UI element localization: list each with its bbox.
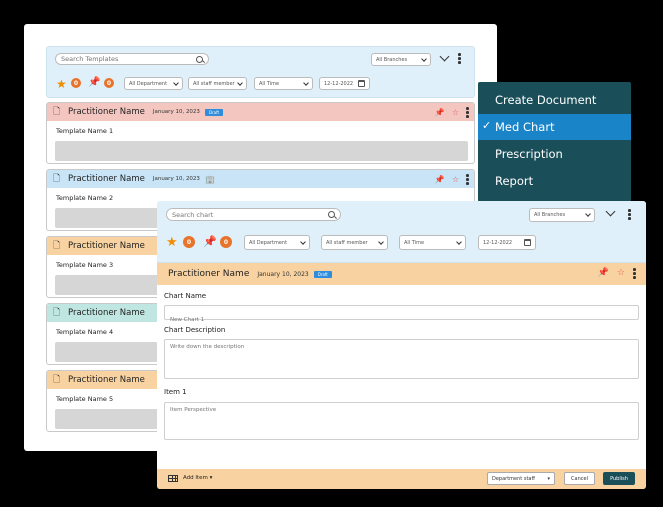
pin-icon[interactable]: 📌 bbox=[203, 235, 217, 248]
pin-icon[interactable]: 📌 bbox=[88, 77, 100, 88]
calendar-icon bbox=[358, 80, 365, 87]
record-date: January 10, 2023 bbox=[257, 270, 309, 278]
practitioner-name: Practitioner Name bbox=[68, 308, 145, 318]
search-icon bbox=[196, 55, 203, 63]
practitioner-name: Practitioner Name bbox=[168, 269, 250, 279]
more-options-icon[interactable] bbox=[628, 209, 631, 220]
staff-select[interactable]: All staff member bbox=[188, 77, 247, 90]
practitioner-name: Practitioner Name bbox=[68, 241, 145, 251]
pin-icon[interactable]: 📌 bbox=[435, 108, 445, 117]
item-perspective-field[interactable] bbox=[164, 402, 639, 440]
card-header: 🗋 Practitioner Name January 10, 2023 🏢 📌… bbox=[47, 170, 474, 188]
chevron-down-icon bbox=[378, 238, 384, 245]
caret-down-icon: ▾ bbox=[547, 475, 550, 482]
more-options-icon[interactable] bbox=[458, 53, 461, 64]
template-card[interactable]: 🗋 Practitioner Name January 10, 2023 Dra… bbox=[46, 102, 475, 164]
chart-name-input[interactable] bbox=[165, 313, 638, 327]
search-icon bbox=[328, 211, 335, 218]
date-picker[interactable]: 12-12-2022 bbox=[319, 77, 370, 90]
more-options-icon[interactable] bbox=[466, 174, 469, 185]
templates-toolbar: All Branches ★ 0 📌 0 All Department All … bbox=[46, 46, 475, 98]
time-select[interactable]: All Time bbox=[399, 235, 466, 250]
practitioner-name: Practitioner Name bbox=[68, 174, 145, 184]
branches-select[interactable]: All Branches bbox=[529, 208, 595, 222]
document-icon: 🗋 bbox=[53, 241, 61, 251]
add-item-button[interactable]: Add Item ▾ bbox=[183, 475, 212, 481]
chevron-down-icon bbox=[237, 79, 243, 86]
favorites-count-badge: 0 bbox=[183, 236, 195, 248]
chevron-down-icon bbox=[303, 79, 309, 86]
card-date: January 10, 2023 bbox=[152, 109, 200, 115]
collapse-chevron-icon[interactable] bbox=[439, 51, 450, 62]
menu-item-prescription[interactable]: Prescription bbox=[478, 141, 631, 167]
table-icon bbox=[168, 475, 178, 482]
search-templates-field[interactable] bbox=[55, 53, 209, 65]
pin-icon[interactable]: 📌 bbox=[435, 175, 445, 184]
chevron-down-icon bbox=[173, 79, 179, 86]
menu-item-report[interactable]: Report bbox=[478, 168, 631, 194]
document-icon: 🗋 bbox=[53, 174, 61, 184]
practitioner-name: Practitioner Name bbox=[68, 107, 145, 117]
chart-toolbar: All Branches ★ 0 📌 0 All Department All … bbox=[157, 201, 646, 263]
chevron-down-icon bbox=[456, 238, 462, 245]
document-icon: 🗋 bbox=[53, 308, 61, 318]
chevron-down-icon bbox=[300, 238, 306, 245]
star-outline-icon[interactable]: ☆ bbox=[452, 108, 459, 117]
search-chart-field[interactable] bbox=[166, 208, 341, 221]
star-outline-icon[interactable]: ☆ bbox=[617, 268, 625, 278]
card-header: 🗋 Practitioner Name January 10, 2023 Dra… bbox=[47, 103, 474, 121]
pinned-count-badge: 0 bbox=[220, 236, 232, 248]
time-select[interactable]: All Time bbox=[254, 77, 313, 90]
star-icon[interactable]: ★ bbox=[166, 235, 178, 250]
chart-name-field[interactable] bbox=[164, 305, 639, 327]
document-icon: 🗋 bbox=[53, 375, 61, 385]
pin-icon[interactable]: 📌 bbox=[598, 268, 609, 278]
status-badge: Draft bbox=[313, 270, 332, 278]
chart-description-field[interactable] bbox=[164, 339, 639, 379]
star-outline-icon[interactable]: ☆ bbox=[452, 175, 459, 184]
chart-description-input[interactable] bbox=[165, 340, 638, 378]
template-preview bbox=[55, 141, 468, 161]
branches-select[interactable]: All Branches bbox=[371, 53, 431, 66]
chart-editor-window: All Branches ★ 0 📌 0 All Department All … bbox=[157, 201, 646, 489]
more-options-icon[interactable] bbox=[466, 107, 469, 118]
template-name: Template Name 1 bbox=[56, 127, 114, 135]
favorites-count-badge: 0 bbox=[71, 78, 81, 88]
cancel-button[interactable]: Cancel bbox=[564, 472, 595, 485]
date-picker[interactable]: 12-12-2022 bbox=[478, 235, 536, 250]
search-chart-input[interactable] bbox=[167, 210, 328, 219]
item-label: Item 1 bbox=[164, 388, 187, 396]
chart-header: Practitioner Name January 10, 2023 Draft… bbox=[157, 263, 646, 285]
chevron-down-icon bbox=[585, 211, 591, 217]
chart-name-label: Chart Name bbox=[164, 292, 207, 300]
card-date: January 10, 2023 bbox=[152, 176, 200, 182]
building-icon: 🏢 bbox=[204, 174, 215, 184]
status-badge: Draft bbox=[204, 108, 224, 116]
collapse-chevron-icon[interactable] bbox=[605, 206, 616, 217]
menu-item-med-chart[interactable]: ✓ Med Chart bbox=[478, 114, 631, 140]
document-icon: 🗋 bbox=[53, 107, 61, 117]
department-select[interactable]: All Department bbox=[244, 235, 310, 250]
staff-select[interactable]: All staff member bbox=[321, 235, 388, 250]
star-icon[interactable]: ★ bbox=[56, 77, 67, 91]
chart-footer: Add Item ▾ Department staff ▾ Cancel Publ… bbox=[157, 469, 646, 489]
department-select[interactable]: All Department bbox=[124, 77, 183, 90]
publish-button[interactable]: Publish bbox=[603, 472, 635, 485]
item-perspective-input[interactable] bbox=[165, 403, 638, 439]
chevron-down-icon bbox=[421, 55, 427, 62]
department-staff-select[interactable]: Department staff ▾ bbox=[487, 472, 555, 485]
calendar-icon bbox=[524, 239, 531, 246]
practitioner-name: Practitioner Name bbox=[68, 375, 145, 385]
menu-item-create-document[interactable]: Create Document bbox=[478, 87, 631, 113]
search-templates-input[interactable] bbox=[56, 55, 196, 63]
create-menu: Create Document ✓ Med Chart Prescription… bbox=[478, 82, 631, 202]
chart-description-label: Chart Description bbox=[164, 326, 226, 334]
check-icon: ✓ bbox=[482, 119, 492, 132]
pinned-count-badge: 0 bbox=[104, 78, 114, 88]
more-options-icon[interactable] bbox=[633, 268, 636, 279]
